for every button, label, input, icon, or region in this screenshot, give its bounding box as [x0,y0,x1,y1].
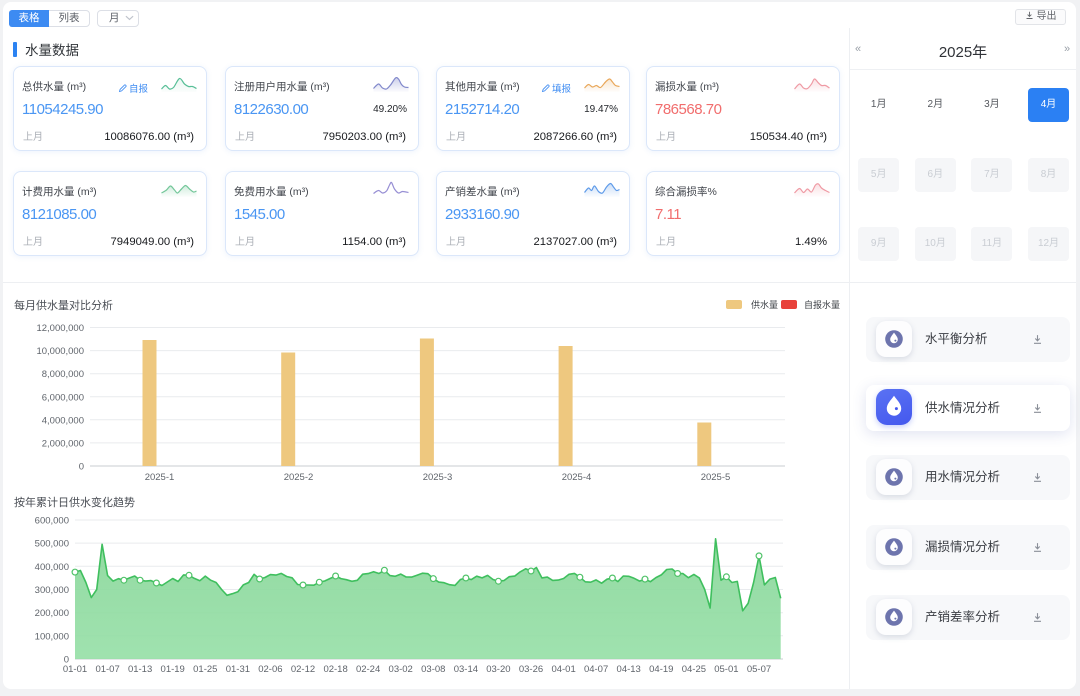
svg-text:2025-2: 2025-2 [284,472,314,483]
svg-text:04-25: 04-25 [682,664,706,675]
svg-text:2025-3: 2025-3 [423,472,453,483]
svg-text:03-08: 03-08 [421,664,445,675]
svg-text:02-12: 02-12 [291,664,315,675]
svg-text:6,000,000: 6,000,000 [42,392,84,403]
svg-text:03-26: 03-26 [519,664,543,675]
svg-text:300,000: 300,000 [35,585,69,596]
svg-text:01-19: 01-19 [161,664,185,675]
svg-text:400,000: 400,000 [35,562,69,573]
svg-text:04-07: 04-07 [584,664,608,675]
svg-text:供水量: 供水量 [751,299,778,310]
svg-text:01-01: 01-01 [63,664,87,675]
svg-text:01-13: 01-13 [128,664,152,675]
svg-text:04-13: 04-13 [617,664,641,675]
svg-text:4,000,000: 4,000,000 [42,415,84,426]
svg-text:2025-5: 2025-5 [701,472,731,483]
svg-text:03-20: 03-20 [486,664,510,675]
svg-text:2025-4: 2025-4 [562,472,592,483]
svg-text:200,000: 200,000 [35,608,69,619]
svg-text:10,000,000: 10,000,000 [36,346,84,357]
svg-text:500,000: 500,000 [35,539,69,550]
svg-text:05-07: 05-07 [747,664,771,675]
svg-text:2025-1: 2025-1 [145,472,175,483]
svg-text:03-02: 03-02 [389,664,413,675]
svg-text:01-07: 01-07 [95,664,119,675]
svg-text:02-24: 02-24 [356,664,380,675]
svg-text:04-19: 04-19 [649,664,673,675]
svg-text:自报水量: 自报水量 [804,299,840,310]
svg-text:8,000,000: 8,000,000 [42,369,84,380]
svg-text:04-01: 04-01 [551,664,575,675]
svg-text:2,000,000: 2,000,000 [42,438,84,449]
svg-text:03-14: 03-14 [454,664,478,675]
svg-text:05-01: 05-01 [714,664,738,675]
svg-text:02-06: 02-06 [258,664,282,675]
svg-text:0: 0 [79,462,84,473]
svg-text:02-18: 02-18 [323,664,347,675]
svg-text:01-25: 01-25 [193,664,217,675]
svg-text:12,000,000: 12,000,000 [36,323,84,334]
svg-text:600,000: 600,000 [35,516,69,527]
svg-text:01-31: 01-31 [226,664,250,675]
svg-text:100,000: 100,000 [35,631,69,642]
